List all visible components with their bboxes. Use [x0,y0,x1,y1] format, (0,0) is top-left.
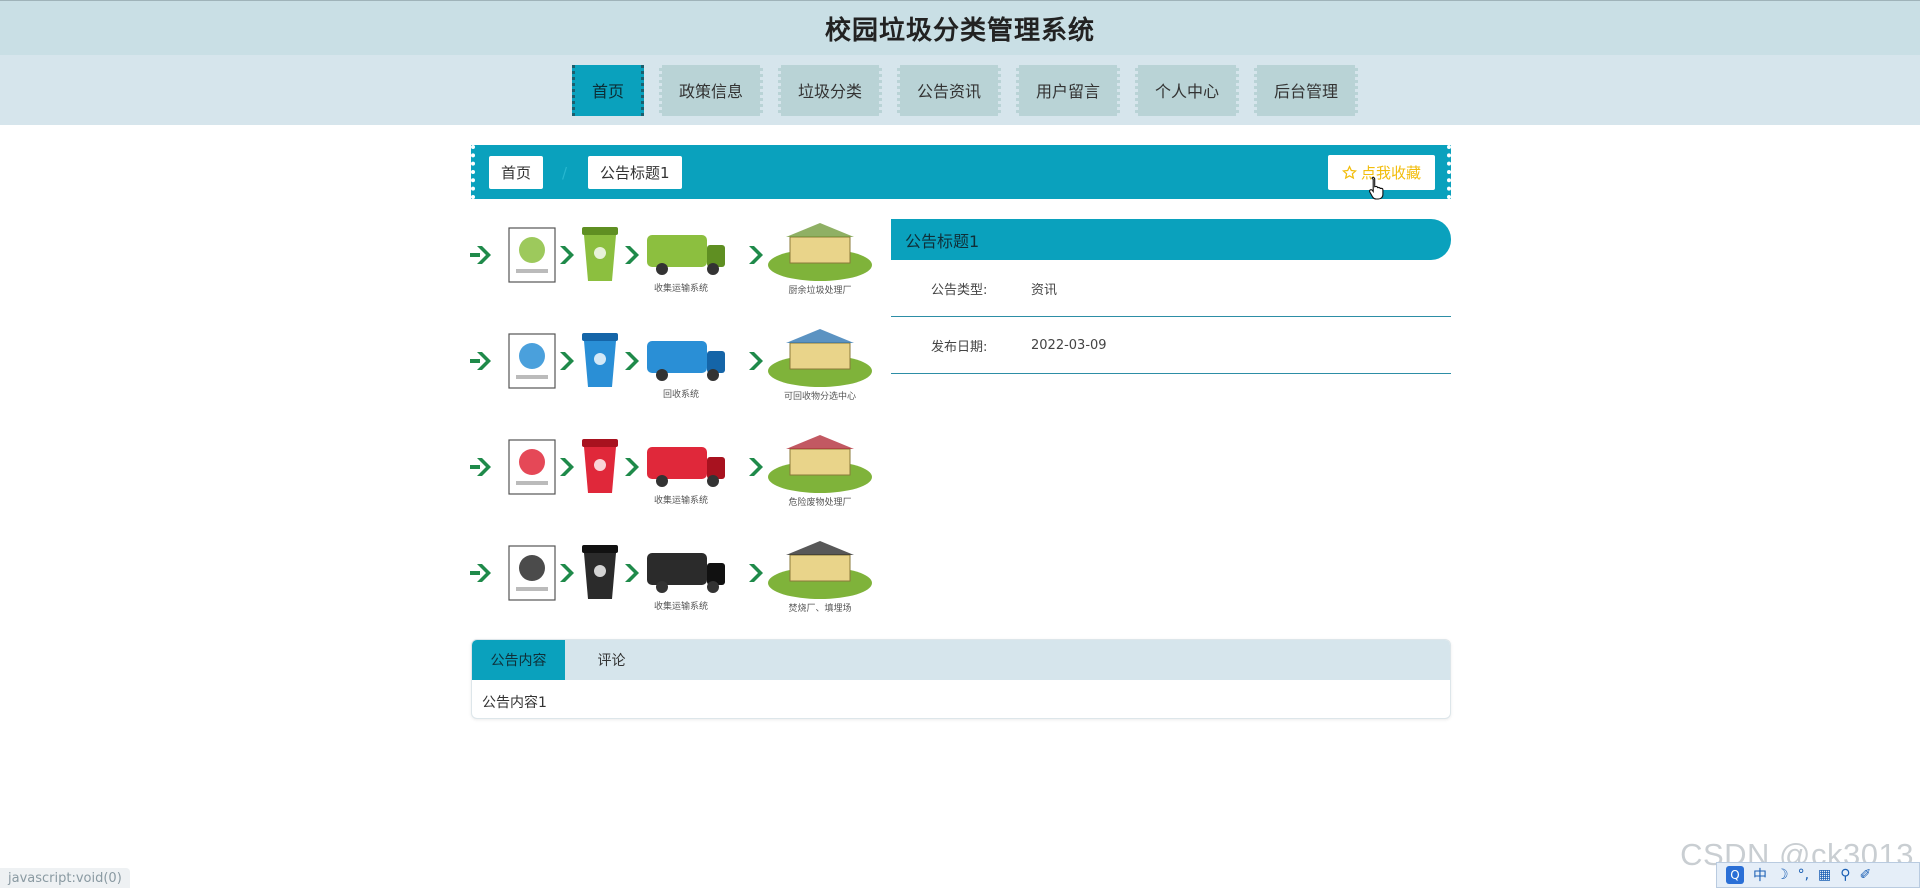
info-row: 发布日期: 2022-03-09 [891,317,1451,374]
flow-caption: 收集运输系统 [654,600,708,612]
nav-item-2[interactable]: 垃圾分类 [777,64,882,116]
info-value: 2022-03-09 [1031,337,1107,353]
detail-image: 收集运输系统 厨余垃圾处理厂 回收系统 可回收物分选中心 收集运输系统 危险废物处理厂 收集… [470,220,872,618]
detail-title: 公告标题1 [891,219,1451,260]
nav-list: 首页 政策信息 垃圾分类 公告资讯 用户留言 个人中心 后台管理 [562,64,1359,116]
flow-caption: 收集运输系统 [654,282,708,294]
ime-logo-icon[interactable]: Q [1726,866,1744,884]
tab-1[interactable]: 评论 [565,640,658,680]
flow-caption: 回收系统 [663,388,699,400]
star-icon [1341,164,1357,179]
tab-content: 公告内容1 [482,695,547,711]
flow-caption: 厨余垃圾处理厂 [788,284,851,296]
flow-row: 收集运输系统 焚烧厂、填埋场 [470,541,872,614]
browser-status-bar: javascript:void(0) [0,868,130,888]
flow-caption: 焚烧厂、填埋场 [788,602,851,614]
site-header: 校园垃圾分类管理系统 [0,0,1920,55]
flow-caption: 危险废物处理厂 [788,496,851,508]
main-nav: 首页 政策信息 垃圾分类 公告资讯 用户留言 个人中心 后台管理 [0,55,1920,125]
ime-item[interactable]: °, [1798,867,1809,883]
nav-item-1[interactable]: 政策信息 [658,64,763,116]
waste-classification-illustration: 收集运输系统 厨余垃圾处理厂回收系统 可回收物分选中心收集运输系统 危险废物处理厂收集… [470,223,872,614]
breadcrumb-separator: / [561,163,568,182]
tabs-head: 公告内容 评论 [472,640,1450,680]
nav-item-4[interactable]: 用户留言 [1016,64,1121,116]
ime-item[interactable]: ▦ [1818,867,1831,883]
ime-item[interactable]: ✐ [1860,867,1872,883]
ime-item[interactable]: 中 [1753,865,1767,885]
tab-0[interactable]: 公告内容 [472,640,565,680]
ime-toolbar[interactable]: Q 中 ☽ °, ▦ ⚲ ✐ [1716,862,1920,888]
site-title: 校园垃圾分类管理系统 [824,15,1095,46]
breadcrumb: 首页 / 公告标题1 点我收藏 [471,145,1451,199]
flow-caption: 收集运输系统 [654,494,708,506]
flow-row: 收集运输系统 厨余垃圾处理厂 [470,223,872,296]
ime-item[interactable]: ☽ [1776,867,1789,883]
flow-row: 收集运输系统 危险废物处理厂 [470,435,872,508]
breadcrumb-current[interactable]: 公告标题1 [588,155,682,189]
breadcrumb-home[interactable]: 首页 [489,155,544,189]
flow-caption: 可回收物分选中心 [784,390,856,402]
info-label: 发布日期: [931,339,988,355]
info-row: 公告类型: 资讯 [891,260,1451,317]
hand-cursor-icon [1369,176,1384,200]
nav-item-0[interactable]: 首页 [571,64,644,116]
nav-item-3[interactable]: 公告资讯 [896,64,1001,116]
flow-row: 回收系统 可回收物分选中心 [470,329,872,402]
content-tabs: 公告内容 评论 公告内容1 [471,639,1451,719]
info-label: 公告类型: [931,282,988,298]
info-panel: 公告标题1 公告类型: 资讯发布日期: 2022-03-09 [891,219,1451,374]
nav-item-6[interactable]: 后台管理 [1254,64,1359,116]
info-value: 资讯 [1031,282,1058,298]
ime-item[interactable]: ⚲ [1840,867,1850,883]
nav-item-5[interactable]: 个人中心 [1135,64,1240,116]
